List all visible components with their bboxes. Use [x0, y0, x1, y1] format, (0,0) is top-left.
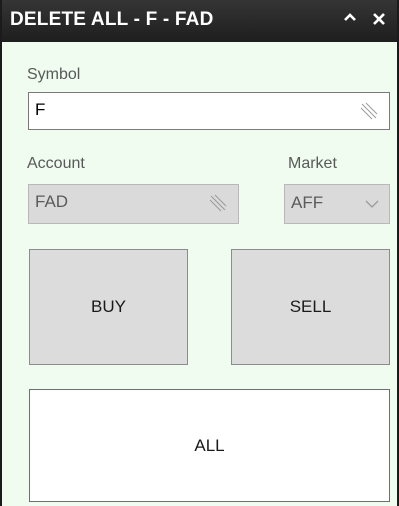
symbol-input[interactable]: F — [28, 92, 390, 130]
title-bar: DELETE ALL - F - FAD — [2, 0, 397, 42]
chevron-down-icon — [365, 200, 379, 208]
buy-label: BUY — [91, 297, 126, 316]
resize-grip-icon — [360, 102, 378, 120]
collapse-button[interactable] — [336, 6, 364, 34]
window-title: DELETE ALL - F - FAD — [10, 9, 214, 30]
symbol-value: F — [35, 100, 46, 119]
all-label: ALL — [194, 435, 225, 455]
market-label: Market — [288, 155, 337, 172]
account-field: FAD — [28, 184, 239, 224]
close-icon — [373, 13, 385, 25]
symbol-label: Symbol — [27, 66, 81, 83]
close-button[interactable] — [365, 6, 393, 34]
resize-grip-icon — [209, 194, 227, 212]
account-label: Account — [27, 155, 85, 172]
sell-button[interactable]: SELL — [231, 249, 390, 365]
market-select: AFF — [284, 184, 390, 224]
market-value: AFF — [291, 193, 324, 212]
delete-all-window: DELETE ALL - F - FAD Symbol F Account FA… — [0, 0, 399, 506]
buy-button[interactable]: BUY — [29, 249, 188, 365]
chevron-up-icon — [344, 13, 356, 21]
sell-label: SELL — [289, 297, 332, 316]
all-button[interactable]: ALL — [29, 389, 390, 502]
account-value: FAD — [35, 192, 69, 211]
